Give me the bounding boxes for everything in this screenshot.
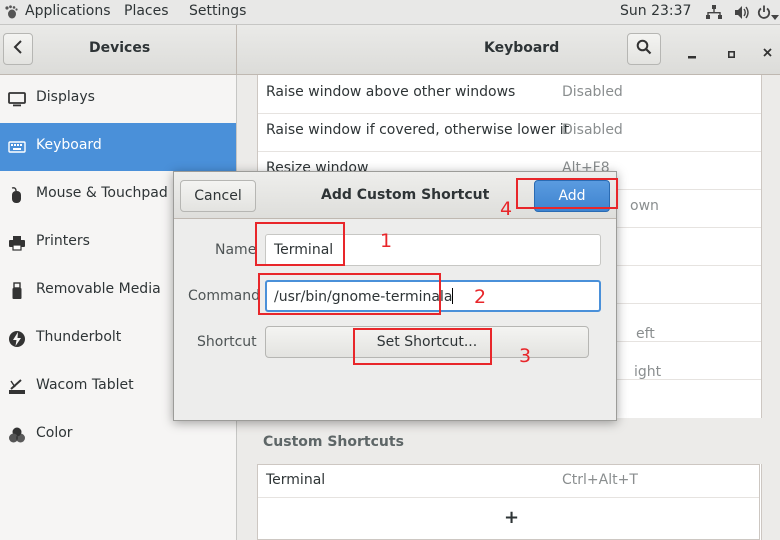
header-bar: Devices Keyboard [0, 25, 780, 75]
annotation-number-2: 2 [474, 286, 487, 308]
command-field[interactable]: /usr/bin/gnome-terminala [265, 280, 601, 312]
color-icon [8, 426, 26, 444]
page-title: Keyboard [484, 40, 560, 56]
tablet-icon [8, 378, 26, 396]
annotation-number-3: 3 [519, 345, 532, 367]
mouse-icon [8, 186, 26, 204]
keyboard-icon [8, 138, 26, 156]
annotation-number-4: 4 [500, 198, 513, 220]
sidebar-title: Devices [89, 40, 151, 56]
sidebar-item-keyboard[interactable]: Keyboard [0, 123, 236, 171]
places-menu[interactable]: Places [124, 3, 169, 19]
settings-menu[interactable]: Settings [189, 3, 246, 19]
back-button[interactable] [3, 33, 33, 65]
thunderbolt-icon [8, 330, 26, 348]
sidebar-item-displays[interactable]: Displays [0, 75, 236, 123]
gnome-foot-icon[interactable] [4, 5, 18, 19]
add-button[interactable]: Add [534, 180, 610, 212]
list-item[interactable]: Raise window if covered, otherwise lower… [258, 113, 761, 152]
list-item[interactable]: Raise window above other windows Disable… [258, 75, 761, 114]
name-field[interactable]: Terminal [265, 234, 601, 266]
shortcut-label: Shortcut [197, 334, 257, 350]
chevron-left-icon [13, 40, 23, 58]
set-shortcut-button[interactable]: Set Shortcut... [265, 326, 589, 358]
add-shortcut-row[interactable]: + [258, 498, 759, 540]
top-bar: Applications Places Settings Sun 23:37 [0, 0, 780, 25]
clock[interactable]: Sun 23:37 [620, 3, 691, 19]
power-icon[interactable] [757, 5, 771, 24]
dialog-header: Cancel Add Custom Shortcut Add [174, 172, 616, 219]
header-divider [236, 25, 237, 74]
dialog-title: Add Custom Shortcut [321, 187, 490, 203]
add-custom-shortcut-dialog: Cancel Add Custom Shortcut Add Name Term… [173, 171, 617, 421]
network-icon[interactable] [706, 5, 722, 24]
search-icon [636, 39, 652, 59]
name-label: Name [215, 242, 257, 258]
custom-shortcuts-header: Custom Shortcuts [237, 418, 780, 464]
maximize-icon[interactable] [728, 46, 736, 62]
annotation-number-1: 1 [380, 230, 393, 252]
search-button[interactable] [627, 33, 661, 65]
volume-icon[interactable] [734, 5, 750, 24]
close-icon[interactable] [763, 45, 772, 61]
custom-shortcuts-list: Terminal Ctrl+Alt+T + [257, 464, 760, 540]
table-row[interactable]: Terminal Ctrl+Alt+T [258, 465, 759, 498]
text-cursor [452, 288, 454, 304]
add-icon: + [504, 507, 520, 528]
usb-icon [8, 282, 26, 300]
display-icon [8, 90, 26, 108]
command-label: Command [188, 288, 260, 304]
cancel-button[interactable]: Cancel [180, 180, 256, 212]
section-title: Custom Shortcuts [263, 434, 404, 450]
chevron-down-icon[interactable] [771, 9, 779, 25]
applications-menu[interactable]: Applications [25, 3, 111, 19]
printer-icon [8, 234, 26, 252]
minimize-icon[interactable] [688, 48, 696, 64]
